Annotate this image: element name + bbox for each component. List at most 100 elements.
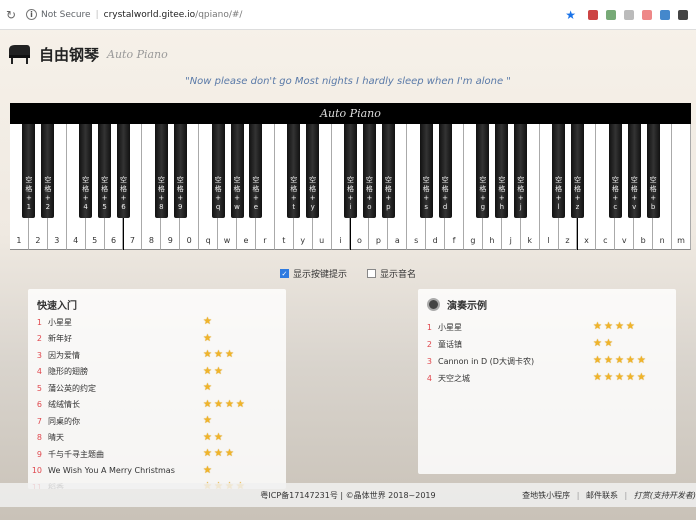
difficulty-stars: ★★★★ (203, 398, 247, 410)
black-key-label: 空格 + t (290, 176, 298, 211)
extension-icon[interactable] (588, 9, 598, 20)
song-name[interactable]: 因为爱情 (48, 350, 203, 361)
black-key[interactable]: 空格 + s (419, 124, 433, 218)
star-icon: ★ (203, 382, 212, 393)
white-key-label: q (205, 236, 211, 245)
difficulty-stars: ★★★★ (593, 322, 637, 332)
black-key[interactable]: 空格 +2 (41, 124, 55, 218)
star-icon: ★ (213, 365, 223, 377)
quick-start-song-row[interactable]: 1 小星星 ★ (28, 314, 286, 330)
black-key[interactable]: 空格 + b (646, 124, 660, 218)
demo-song-row[interactable]: 3 Cannon in D (D大调卡农) ★ ★ ★ ★ ★ (418, 353, 676, 369)
black-key[interactable]: 空格 +6 (117, 124, 130, 218)
difficulty-stars: ★ ★ (203, 432, 225, 443)
reload-icon[interactable]: ↻ (0, 8, 22, 22)
song-name[interactable]: 同桌的你 (48, 416, 203, 427)
song-name[interactable]: Cannon in D (D大调卡农) (438, 356, 593, 367)
white-key-label: 5 (92, 236, 98, 245)
extension-icon[interactable] (660, 9, 670, 20)
black-key[interactable]: 空格 +5 (98, 124, 112, 218)
black-key[interactable]: 空格 + v (627, 124, 641, 218)
miniapp-link[interactable]: 查地铁小程序 (522, 491, 570, 500)
song-name[interactable]: 童话镇 (438, 339, 593, 350)
demo-title: 演奏示例 (447, 301, 487, 312)
white-key-label: s (414, 236, 419, 245)
black-key-label: 空格 +4 (82, 176, 90, 211)
black-key[interactable]: 空格 +4 (79, 124, 93, 218)
song-name[interactable]: 小星星 (48, 317, 203, 328)
black-key[interactable]: 空格 + l (552, 124, 566, 218)
quick-start-title: 快速入门 (37, 301, 77, 312)
black-key-label: 空格 + v (630, 176, 638, 211)
star-icon: ★ (593, 372, 602, 383)
black-key[interactable]: 空格 + z (571, 124, 584, 218)
black-key[interactable]: 空格 + y (306, 124, 320, 218)
song-name[interactable]: 千与千寻主题曲 (48, 449, 203, 460)
white-key-label: h (489, 236, 495, 245)
song-name[interactable]: 小星星 (438, 322, 593, 333)
extension-icon[interactable] (624, 9, 634, 20)
show-hints-option[interactable]: ✓ 显示按键提示 (279, 267, 347, 280)
black-key[interactable]: 空格 + w (230, 124, 244, 218)
white-key-m[interactable]: m (672, 124, 691, 250)
quick-start-song-row[interactable]: 9 千与千寻主题曲 ★ ★ ★ (28, 446, 286, 462)
star-icon: ★ (603, 372, 613, 383)
star-icon: ★ (213, 448, 223, 459)
address-bar[interactable]: crystalworld.gitee.io/qpiano/#/ (104, 10, 243, 20)
white-key-label: z (565, 236, 570, 245)
mail-link[interactable]: 邮件联系 (586, 491, 618, 500)
url-path: /qpiano/#/ (195, 9, 243, 20)
quick-start-song-row[interactable]: 3 因为爱情 ★ ★ ★ (28, 347, 286, 363)
show-notes-checkbox[interactable] (367, 269, 376, 278)
black-key[interactable]: 空格 + i (344, 124, 357, 218)
black-key[interactable]: 空格 +9 (173, 124, 187, 218)
quick-start-song-row[interactable]: 10 We Wish You A Merry Christmas ★ (28, 463, 286, 479)
song-name[interactable]: 蒲公英的约定 (48, 383, 203, 394)
song-name[interactable]: We Wish You A Merry Christmas (48, 466, 203, 475)
song-name[interactable]: 天空之城 (438, 373, 593, 384)
black-key[interactable]: 空格 +8 (154, 124, 168, 218)
quick-start-song-row[interactable]: 8 晴天 ★ ★ (28, 430, 286, 446)
quick-start-song-row[interactable]: 6 绒绒情长 ★ ★ ★ ★ (28, 397, 286, 413)
black-key[interactable]: 空格 + o (362, 124, 376, 218)
quick-start-song-row[interactable]: 7 同桌的你 ★ (28, 413, 286, 429)
black-key[interactable]: 空格 + d (438, 124, 452, 218)
black-key[interactable]: 空格 + g (476, 124, 490, 218)
black-key[interactable]: 空格 + c (608, 124, 622, 218)
black-key[interactable]: 空格 + t (287, 124, 301, 218)
app-subtitle: Auto Piano (107, 47, 168, 61)
star-icon: ★ (636, 372, 646, 383)
black-key[interactable]: 空格 + e (249, 124, 263, 218)
bookmark-star-icon[interactable]: ★ (565, 8, 576, 22)
white-key-label: i (339, 236, 342, 245)
show-hints-checkbox[interactable]: ✓ (279, 269, 289, 278)
song-name[interactable]: 晴天 (48, 432, 203, 443)
extension-icon[interactable] (642, 9, 652, 20)
star-icon: ★ (224, 398, 234, 410)
demo-song-row[interactable]: 4 天空之城 ★ ★ ★ ★ ★ (418, 370, 676, 386)
quick-start-song-row[interactable]: 4 隐形的翅膀 ★ ★ (28, 364, 286, 380)
black-key[interactable]: 空格 + p (381, 124, 395, 218)
info-icon[interactable]: i (26, 9, 37, 20)
black-key[interactable]: 空格 + q (211, 124, 225, 218)
star-icon: ★ (636, 355, 646, 366)
difficulty-stars: ★ (203, 317, 214, 327)
star-icon: ★ (625, 355, 635, 366)
extension-icon[interactable] (678, 9, 688, 20)
demo-song-row[interactable]: 1 小星星 ★ ★ ★ ★ (418, 319, 676, 335)
show-notes-label: 显示音名 (380, 270, 417, 280)
song-name[interactable]: 新年好 (48, 333, 203, 344)
song-name[interactable]: 绒绒情长 (48, 399, 203, 410)
song-index: 3 (426, 356, 432, 366)
black-key[interactable]: 空格 + h (495, 124, 509, 218)
demo-song-row[interactable]: 2 童话镇 ★ ★ (418, 336, 676, 352)
show-notes-option[interactable]: 显示音名 (367, 267, 416, 280)
song-index: 1 (36, 317, 42, 327)
black-key[interactable]: 空格 + j (514, 124, 528, 218)
quick-start-song-row[interactable]: 2 新年好 ★ (28, 331, 286, 347)
extension-icon[interactable] (606, 9, 616, 20)
black-key[interactable]: 空格 +1 (22, 124, 36, 218)
quick-start-song-row[interactable]: 5 蒲公英的约定 ★ (28, 380, 286, 396)
support-link[interactable]: 打赏(支持开发者) (634, 491, 696, 500)
song-name[interactable]: 隐形的翅膀 (48, 366, 203, 377)
